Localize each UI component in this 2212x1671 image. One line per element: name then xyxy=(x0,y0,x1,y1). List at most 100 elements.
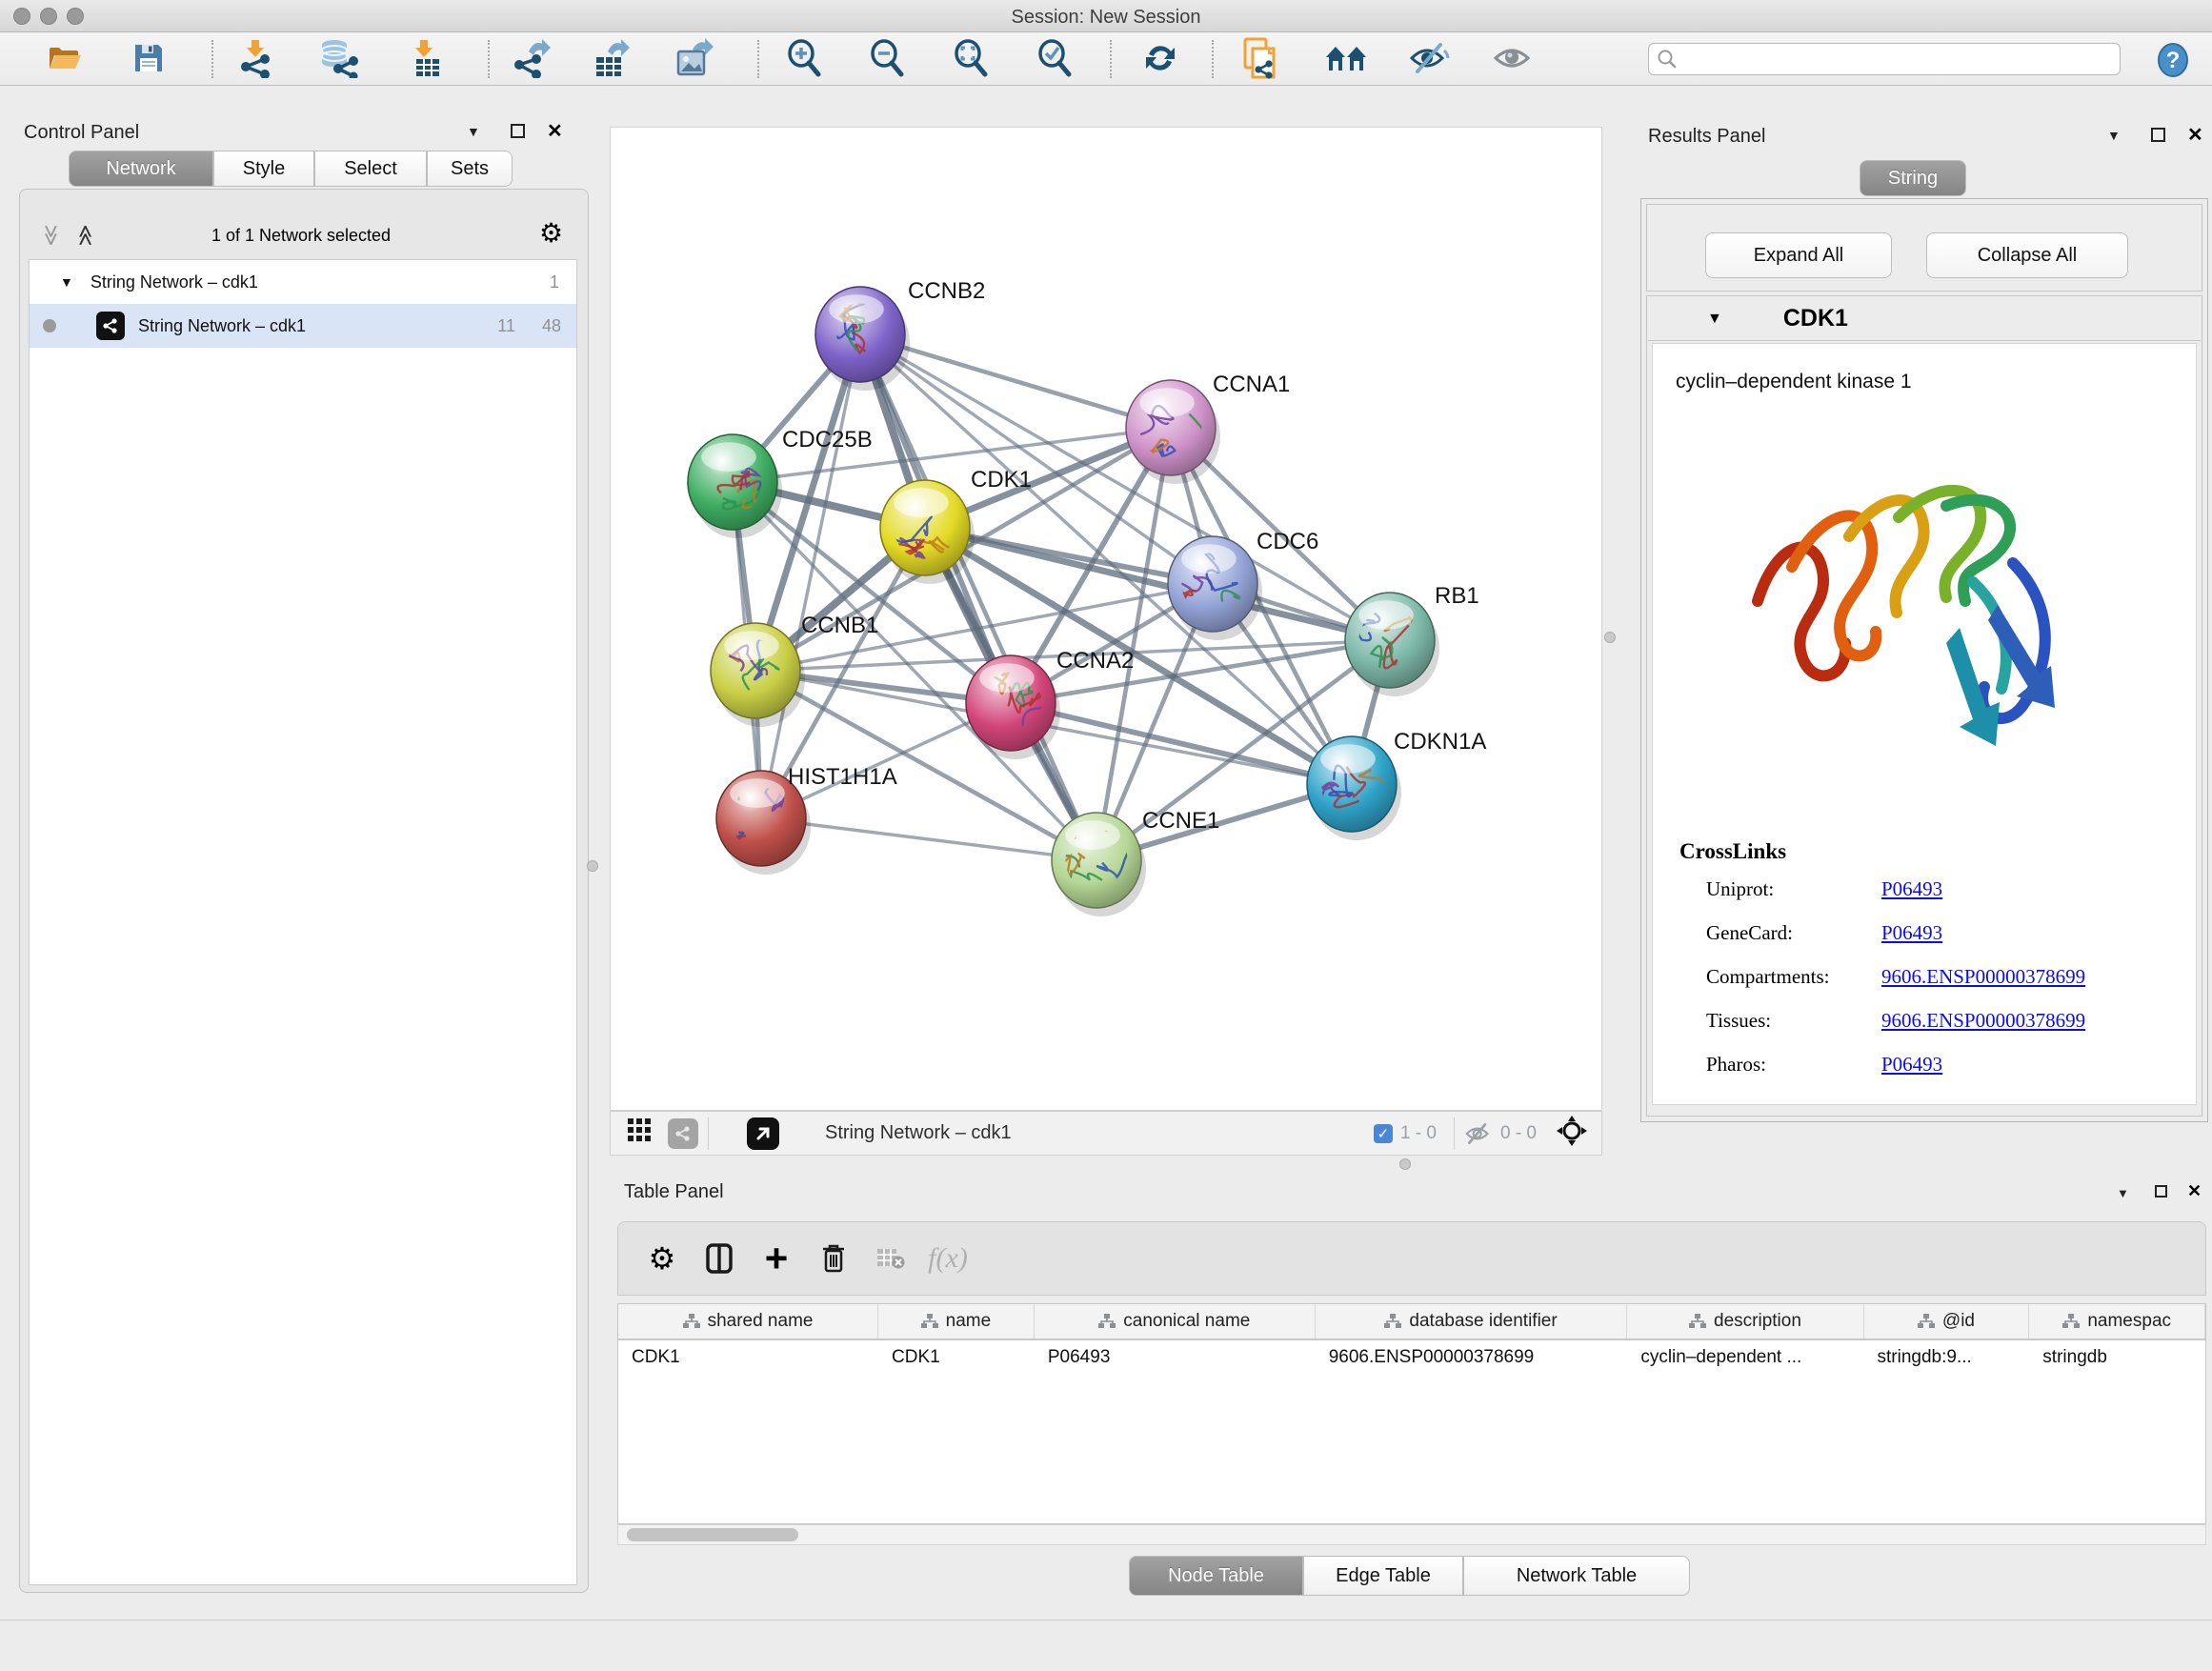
cdk1-section-content: cyclin–dependent kinase 1 CrossLinks Uni… xyxy=(1652,343,2197,1105)
help-button[interactable]: ? xyxy=(2155,42,2191,83)
tab-select[interactable]: Select xyxy=(314,151,427,187)
table-panel-float-button[interactable] xyxy=(2155,1185,2167,1198)
results-panel-menu-button[interactable]: ▼ xyxy=(2107,128,2121,143)
network-row[interactable]: String Network – cdk1 11 48 xyxy=(30,304,576,348)
first-neighbors-button[interactable] xyxy=(1319,35,1373,81)
export-image-button[interactable] xyxy=(667,35,720,81)
column-header[interactable]: @id xyxy=(1864,1304,2030,1339)
table-cell[interactable]: stringdb:9... xyxy=(1864,1340,2030,1375)
export-table-button[interactable] xyxy=(584,35,637,81)
zoom-in-button[interactable] xyxy=(778,35,832,81)
open-session-button[interactable] xyxy=(38,35,91,81)
function-builder-button-disabled[interactable]: f(x) xyxy=(919,1230,976,1287)
table-scrollbar-thumb[interactable] xyxy=(627,1528,798,1541)
table-options-gear-icon[interactable]: ⚙ xyxy=(633,1230,691,1287)
column-header[interactable]: name xyxy=(878,1304,1035,1339)
column-header[interactable]: namespac xyxy=(2029,1304,2205,1339)
selected-indicator-checkbox[interactable]: ✓ xyxy=(1374,1124,1393,1143)
network-overview-toggle[interactable] xyxy=(668,1118,698,1149)
crosslink-uniprot-link[interactable]: P06493 xyxy=(1881,877,1942,901)
delete-table-button-disabled[interactable] xyxy=(862,1230,919,1287)
crosslink-label: Compartments: xyxy=(1706,965,1830,989)
delete-column-button[interactable] xyxy=(805,1230,862,1287)
network-edge-HIST1H1A-CCNE1[interactable] xyxy=(761,818,1096,860)
right-splitter-handle[interactable] xyxy=(1604,632,1616,643)
tab-style[interactable]: Style xyxy=(213,151,314,187)
table-cell[interactable]: P06493 xyxy=(1035,1340,1316,1375)
export-network-button[interactable] xyxy=(505,35,558,81)
tab-sets[interactable]: Sets xyxy=(427,151,513,187)
control-panel-close-button[interactable]: ✕ xyxy=(547,119,563,143)
show-all-button[interactable] xyxy=(1486,35,1539,81)
clone-network-button[interactable] xyxy=(1234,35,1287,81)
node-label-CCNA1: CCNA1 xyxy=(1213,372,1290,397)
column-header-label: canonical name xyxy=(1123,1311,1250,1332)
network-edge-CCNB2-HIST1H1A[interactable] xyxy=(761,334,860,818)
table-panel-close-button[interactable]: ✕ xyxy=(2187,1181,2202,1201)
left-splitter-handle[interactable] xyxy=(587,860,598,872)
zoom-fit-button[interactable] xyxy=(945,35,998,81)
crosslink-genecard-link[interactable]: P06493 xyxy=(1881,921,1942,945)
expand-all-button[interactable]: Expand All xyxy=(1705,232,1892,278)
table-horizontal-scrollbar[interactable] xyxy=(617,1524,2206,1545)
save-session-button[interactable] xyxy=(122,35,175,81)
tab-edge-table[interactable]: Edge Table xyxy=(1303,1556,1463,1596)
import-network-icon xyxy=(236,38,274,78)
collection-expander-icon[interactable]: ▼ xyxy=(60,274,73,290)
table-row[interactable]: CDK1CDK1P064939606.ENSP00000378699cyclin… xyxy=(618,1340,2205,1375)
node-table-header: shared namename canonical name database id… xyxy=(618,1304,2205,1340)
network-edge-CCNA2-CDKN1A[interactable] xyxy=(1011,703,1352,784)
crosslink-pharos-link[interactable]: P06493 xyxy=(1881,1053,1942,1077)
network-list: ▼ String Network – cdk1 1 String Network… xyxy=(29,259,577,1585)
table-cell[interactable]: CDK1 xyxy=(618,1340,878,1375)
network-view-footer: String Network – cdk1 ✓ 1 - 0 0 - 0 xyxy=(610,1111,1602,1156)
status-bar: Memory xyxy=(0,1620,2212,1671)
table-cell[interactable]: stringdb xyxy=(2029,1340,2205,1375)
search-input[interactable] xyxy=(1678,50,2097,69)
hide-selected-button[interactable] xyxy=(1402,35,1456,81)
column-header[interactable]: database identifier xyxy=(1316,1304,1628,1339)
network-canvas[interactable]: CCNB2CCNA1CDC25BCDK1CDC6RB1CCNB1CCNA2CDK… xyxy=(610,127,1602,1111)
column-header[interactable]: description xyxy=(1627,1304,1863,1339)
import-network-file-button[interactable] xyxy=(229,35,282,81)
toolbar-separator xyxy=(1212,40,1214,78)
titlebar: Session: New Session xyxy=(0,0,2212,32)
control-panel-menu-button[interactable]: ▼ xyxy=(467,124,480,139)
import-network-database-button[interactable] xyxy=(312,35,365,81)
cdk1-gene-name: CDK1 xyxy=(1783,305,1848,332)
fit-selection-button[interactable] xyxy=(1556,1115,1588,1152)
tab-network-table[interactable]: Network Table xyxy=(1463,1556,1690,1596)
import-table-file-button[interactable] xyxy=(397,35,451,81)
collapse-all-networks-icon[interactable]: ≫ xyxy=(39,224,64,246)
protein-structure-image xyxy=(1716,430,2116,811)
show-columns-button[interactable] xyxy=(691,1230,748,1287)
column-header[interactable]: canonical name xyxy=(1035,1304,1316,1339)
column-header[interactable]: shared name xyxy=(618,1304,878,1339)
zoom-out-button[interactable] xyxy=(861,35,915,81)
table-cell[interactable]: 9606.ENSP00000378699 xyxy=(1316,1340,1628,1375)
tab-network[interactable]: Network xyxy=(69,151,213,187)
expand-all-networks-icon[interactable]: ≫ xyxy=(73,224,98,246)
network-options-gear-icon[interactable]: ⚙ xyxy=(539,217,563,249)
results-panel-close-button[interactable]: ✕ xyxy=(2187,123,2203,147)
crosslink-compartments-link[interactable]: 9606.ENSP00000378699 xyxy=(1881,965,2085,989)
table-panel-menu-button[interactable]: ▼ xyxy=(2117,1186,2129,1200)
detach-view-button[interactable] xyxy=(747,1117,779,1150)
add-column-button[interactable]: + xyxy=(748,1230,805,1287)
refresh-view-button[interactable] xyxy=(1134,35,1187,81)
control-panel-float-button[interactable] xyxy=(511,124,525,138)
collapse-all-button[interactable]: Collapse All xyxy=(1926,232,2128,278)
table-cell[interactable]: cyclin–dependent ... xyxy=(1627,1340,1863,1375)
cdk1-collapse-icon[interactable]: ▼ xyxy=(1707,311,1722,328)
network-collection-row[interactable]: ▼ String Network – cdk1 1 xyxy=(30,260,576,304)
table-cell[interactable]: CDK1 xyxy=(878,1340,1035,1375)
birds-eye-view-button[interactable] xyxy=(628,1118,653,1148)
bottom-splitter-handle[interactable] xyxy=(1399,1158,1411,1170)
results-panel-float-button[interactable] xyxy=(2151,128,2165,142)
tab-node-table[interactable]: Node Table xyxy=(1129,1556,1303,1596)
zoom-selected-button[interactable] xyxy=(1029,35,1082,81)
table-panel-title: Table Panel xyxy=(624,1181,724,1203)
tab-string-results[interactable]: String xyxy=(1860,160,1966,196)
cdk1-section-header[interactable]: ▼ CDK1 xyxy=(1648,297,2201,341)
crosslink-tissues-link[interactable]: 9606.ENSP00000378699 xyxy=(1881,1009,2085,1033)
